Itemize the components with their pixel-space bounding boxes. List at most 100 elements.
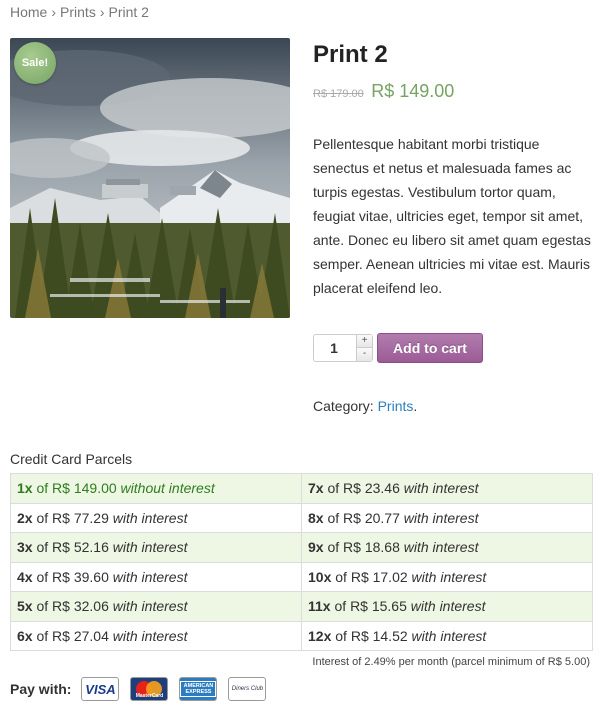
product-description: Pellentesque habitant morbi tristique se… [313, 136, 591, 296]
parcel-count: 3x [17, 539, 33, 556]
parcel-count: 6x [17, 627, 33, 644]
parcels-table: 1x of R$ 149.00 without interest 7x of R… [10, 473, 593, 651]
parcel-count: 4x [17, 568, 33, 585]
parcels-title: Credit Card Parcels [10, 451, 133, 467]
quantity-input[interactable] [314, 335, 354, 361]
parcel-count: 10x [308, 568, 332, 585]
parcel-amount: R$ 149.00 [52, 480, 117, 497]
sale-badge: Sale! [14, 42, 56, 84]
pay-with-label: Pay with: [10, 681, 72, 697]
category-link[interactable]: Prints [378, 398, 414, 414]
parcel-cell: 8x of R$ 20.77 with interest [301, 502, 593, 533]
product-summary: Print 2 R$ 179.00 R$ 149.00 Pellentesque… [313, 40, 593, 300]
amex-card-text: AMERICAN EXPRESS [180, 681, 217, 697]
breadcrumb-home-link[interactable]: Home [10, 4, 47, 20]
parcel-of: of [36, 568, 49, 585]
parcel-count: 9x [308, 539, 324, 556]
parcel-note: without interest [120, 480, 215, 497]
parcel-note: with interest [403, 539, 479, 556]
american-express-icon: AMERICAN EXPRESS [179, 677, 218, 701]
parcel-of: of [36, 539, 49, 556]
parcel-amount: R$ 52.16 [52, 539, 109, 556]
category-label: Category: [313, 398, 374, 414]
quantity-increase-button[interactable]: + [356, 335, 372, 348]
parcel-of: of [334, 598, 347, 615]
mastercard-text: MasterCard [135, 693, 164, 699]
parcel-note: with interest [403, 509, 479, 526]
parcel-of: of [335, 627, 347, 644]
parcel-of: of [335, 568, 347, 585]
parcel-count: 8x [308, 509, 324, 526]
parcel-note: with interest [410, 598, 486, 615]
product-price: R$ 179.00 R$ 149.00 [313, 78, 593, 104]
parcel-count: 5x [17, 598, 33, 615]
parcel-cell: 5x of R$ 32.06 with interest [10, 591, 302, 622]
add-to-cart-button[interactable]: Add to cart [377, 333, 483, 363]
product-meta: Category: Prints. [313, 398, 417, 414]
visa-card-icon: VISA [81, 677, 120, 701]
payment-methods: Pay with: VISA MasterCard AMERICAN EXPRE… [10, 676, 277, 702]
parcel-amount: R$ 20.77 [343, 509, 400, 526]
table-row: 3x of R$ 52.16 with interest 9x of R$ 18… [10, 532, 593, 563]
parcel-note: with interest [112, 627, 188, 644]
parcel-of: of [36, 598, 49, 615]
breadcrumb-current: Print 2 [108, 4, 149, 20]
parcel-cell: 1x of R$ 149.00 without interest [10, 473, 302, 504]
breadcrumb-category-link[interactable]: Prints [60, 4, 96, 20]
parcel-of: of [327, 539, 340, 556]
parcel-amount: R$ 17.02 [350, 568, 408, 585]
sale-price: R$ 149.00 [371, 81, 455, 101]
parcel-note: with interest [112, 598, 188, 615]
parcel-of: of [327, 509, 340, 526]
parcel-amount: R$ 32.06 [52, 598, 109, 615]
interest-note: Interest of 2.49% per month (parcel mini… [312, 656, 590, 668]
parcel-note: with interest [411, 568, 487, 585]
product-title: Print 2 [313, 41, 388, 68]
diners-card-text: Diners Club [231, 686, 264, 692]
parcel-cell: 2x of R$ 77.29 with interest [10, 502, 302, 533]
parcel-count: 12x [308, 627, 332, 644]
parcel-amount: R$ 39.60 [52, 568, 109, 585]
table-row: 1x of R$ 149.00 without interest 7x of R… [10, 473, 593, 504]
breadcrumb-separator: › [99, 4, 105, 20]
parcel-note: with interest [403, 480, 479, 497]
parcel-cell: 10x of R$ 17.02 with interest [301, 561, 593, 592]
table-row: 6x of R$ 27.04 with interest 12x of R$ 1… [10, 620, 593, 651]
parcel-count: 2x [17, 509, 33, 526]
product-image[interactable] [10, 38, 290, 318]
parcel-note: with interest [112, 509, 188, 526]
parcel-of: of [36, 480, 49, 497]
parcel-amount: R$ 27.04 [52, 627, 109, 644]
mastercard-icon: MasterCard [130, 677, 169, 701]
breadcrumb-separator: › [51, 4, 57, 20]
parcel-amount: R$ 18.68 [343, 539, 400, 556]
breadcrumb: Home › Prints › Print 2 [10, 4, 149, 20]
parcel-of: of [36, 627, 49, 644]
parcel-note: with interest [112, 568, 188, 585]
parcel-of: of [36, 509, 49, 526]
old-price: R$ 179.00 [313, 88, 364, 100]
category-suffix: . [413, 398, 418, 414]
parcel-count: 11x [308, 598, 331, 615]
parcel-count: 1x [17, 480, 33, 497]
table-row: 5x of R$ 32.06 with interest 11x of R$ 1… [10, 591, 593, 622]
quantity-decrease-button[interactable]: - [356, 348, 372, 361]
parcel-amount: R$ 77.29 [52, 509, 109, 526]
parcel-note: with interest [112, 539, 188, 556]
quantity-stepper: + - [313, 334, 373, 362]
visa-card-text: VISA [85, 681, 116, 697]
diners-club-icon: Diners Club [228, 677, 267, 701]
parcel-amount: R$ 14.52 [350, 627, 408, 644]
parcel-cell: 6x of R$ 27.04 with interest [10, 620, 302, 651]
parcel-amount: R$ 15.65 [350, 598, 407, 615]
parcel-note: with interest [411, 627, 487, 644]
parcel-count: 7x [308, 480, 324, 497]
parcel-cell: 9x of R$ 18.68 with interest [301, 532, 593, 563]
parcel-cell: 12x of R$ 14.52 with interest [301, 620, 593, 651]
table-row: 4x of R$ 39.60 with interest 10x of R$ 1… [10, 561, 593, 592]
table-row: 2x of R$ 77.29 with interest 8x of R$ 20… [10, 502, 593, 533]
parcel-cell: 4x of R$ 39.60 with interest [10, 561, 302, 592]
parcel-amount: R$ 23.46 [343, 480, 400, 497]
parcel-of: of [327, 480, 340, 497]
parcel-cell: 3x of R$ 52.16 with interest [10, 532, 302, 563]
